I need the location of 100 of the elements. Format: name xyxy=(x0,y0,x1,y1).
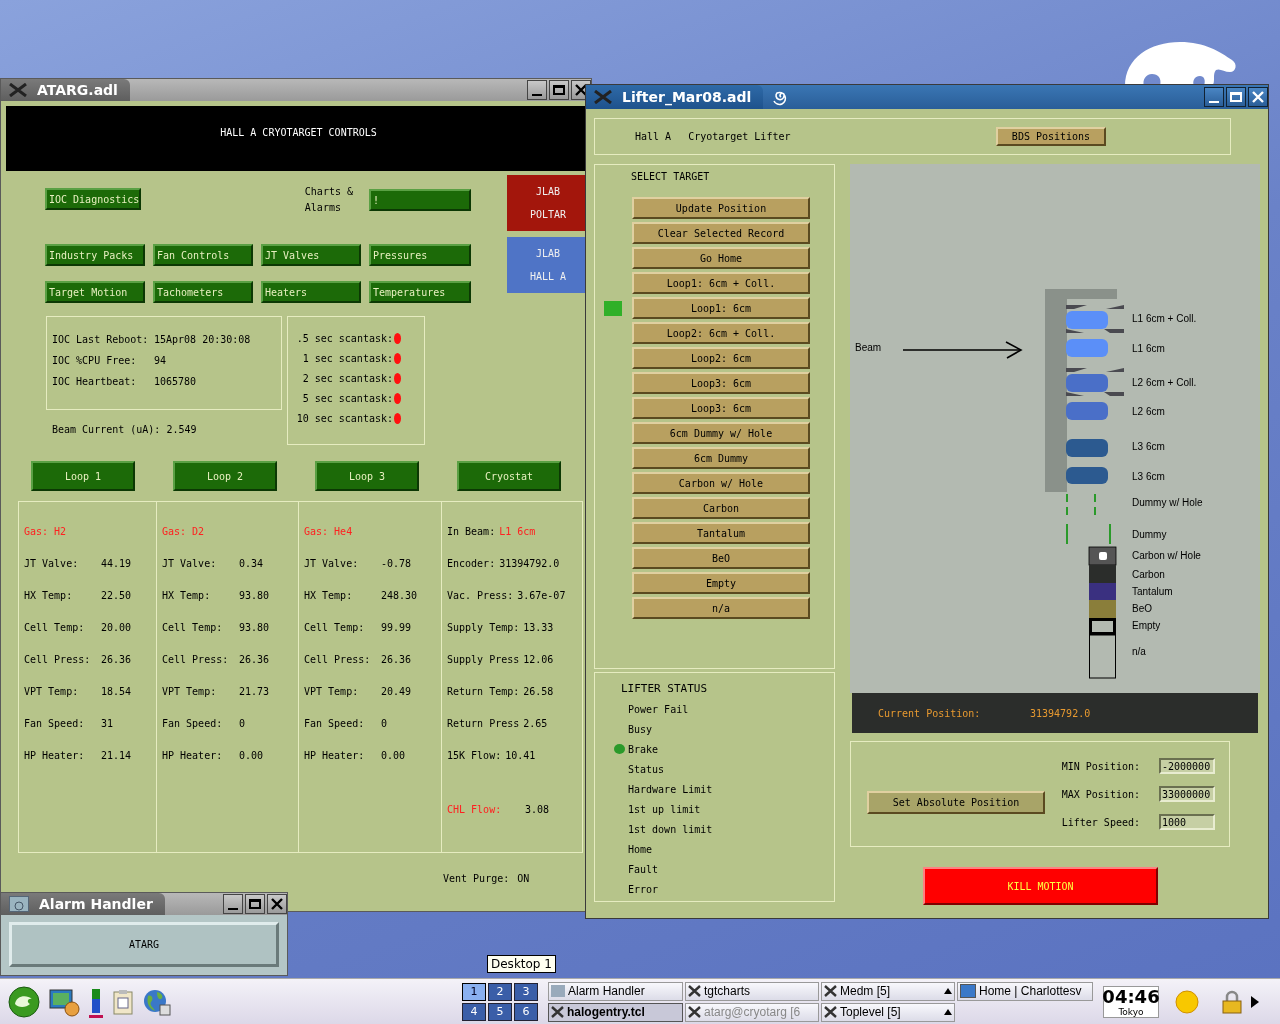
menu-button[interactable]: Pressures xyxy=(369,244,471,266)
menu-button[interactable]: Temperatures xyxy=(369,281,471,303)
window-title: Alarm Handler xyxy=(39,896,153,912)
reading-value: 26.36 xyxy=(381,653,412,665)
menu-button[interactable]: Tachometers xyxy=(153,281,253,303)
desktop-pager-button[interactable]: 1 xyxy=(462,982,486,1001)
loop-button[interactable]: Cryostat xyxy=(457,461,561,491)
maximize-button[interactable] xyxy=(245,894,265,914)
minimize-button[interactable] xyxy=(527,80,547,100)
set-position-button[interactable]: Set Absolute Position xyxy=(867,790,1045,814)
beam-current-value: 2.549 xyxy=(166,424,197,435)
task-button[interactable]: Toplevel [5] xyxy=(821,1002,955,1022)
reading-value: 22.50 xyxy=(101,589,132,601)
clipboard-icon[interactable] xyxy=(112,988,134,1015)
menu-button[interactable]: JT Valves xyxy=(261,244,361,266)
x-icon xyxy=(688,1006,701,1018)
target-button[interactable]: Empty xyxy=(632,572,810,594)
desktop-pager-button[interactable]: 3 xyxy=(514,982,538,1001)
clock-city: Tokyo xyxy=(1118,1006,1144,1017)
minimize-button[interactable] xyxy=(1204,87,1224,107)
input-field[interactable]: -2000000 xyxy=(1159,758,1215,774)
desktop-pager-button[interactable]: 4 xyxy=(462,1002,486,1021)
reading-value: 12.06 xyxy=(523,653,554,665)
diagnostics-button[interactable]: IOC Diagnostics xyxy=(45,188,141,210)
menu-button[interactable]: Target Motion xyxy=(45,281,145,303)
loop-button[interactable]: Loop 2 xyxy=(173,461,277,491)
target-button[interactable]: 6cm Dummy xyxy=(632,447,810,469)
maximize-button[interactable] xyxy=(549,80,569,100)
target-label: Carbon w/ Hole xyxy=(1132,550,1201,561)
menu-button[interactable]: Industry Packs xyxy=(45,244,145,266)
scantask-label: 1 sec scantask: xyxy=(302,353,393,364)
reading-label: Vac. Press: xyxy=(447,589,514,601)
target-button[interactable]: Carbon w/ Hole xyxy=(632,472,810,494)
target-button[interactable]: Loop2: 6cm + Coll. xyxy=(632,322,810,344)
reading-label: VPT Temp: xyxy=(24,685,80,697)
target-label: BeO xyxy=(1132,603,1152,614)
target-button[interactable]: Loop1: 6cm + Coll. xyxy=(632,272,810,294)
target-button[interactable]: Loop1: 6cm xyxy=(632,297,810,319)
close-button[interactable] xyxy=(1248,87,1268,107)
target-button[interactable]: Tantalum xyxy=(632,522,810,544)
reading-label: Supply Temp: xyxy=(447,621,520,633)
target-button[interactable]: Clear Selected Record xyxy=(632,222,810,244)
target-button[interactable]: Loop2: 6cm xyxy=(632,347,810,369)
target-button[interactable]: n/a xyxy=(632,597,810,619)
target-button[interactable]: Loop3: 6cm xyxy=(632,372,810,394)
start-menu-icon[interactable] xyxy=(8,985,40,1018)
target-label: Dummy xyxy=(1132,529,1167,540)
app-icon[interactable] xyxy=(9,896,29,912)
window-title: ATARG.adl xyxy=(37,82,118,98)
input-field[interactable]: 1000 xyxy=(1159,814,1215,830)
task-button[interactable]: Home | Charlottesv xyxy=(957,981,1093,1001)
loop-button[interactable]: Loop 1 xyxy=(31,461,135,491)
reading-value: 26.36 xyxy=(101,653,132,665)
desktop-pager-button[interactable]: 6 xyxy=(514,1002,538,1021)
reading-value: 2.65 xyxy=(523,717,548,729)
input-field[interactable]: 33000000 xyxy=(1159,786,1215,802)
target-button[interactable]: BeO xyxy=(632,547,810,569)
lock-icon[interactable] xyxy=(1221,989,1243,1014)
reading-value: 0 xyxy=(381,717,388,729)
chl-flow-value: 3.08 xyxy=(525,803,550,815)
scantask-label: 5 sec scantask: xyxy=(302,393,393,404)
info-label: IOC Last Reboot: xyxy=(52,334,150,345)
reading-value: 93.80 xyxy=(239,589,270,601)
arrow-right-icon[interactable] xyxy=(1251,995,1259,1008)
target-button[interactable]: Carbon xyxy=(632,497,810,519)
target-button[interactable]: Loop3: 6cm xyxy=(632,397,810,419)
reading-label: Cell Temp: xyxy=(24,621,86,633)
target-button[interactable]: 6cm Dummy w/ Hole xyxy=(632,422,810,444)
menu-button[interactable]: Heaters xyxy=(261,281,361,303)
reading-value: 21.14 xyxy=(101,749,132,761)
desktop-pager-button[interactable]: 5 xyxy=(488,1002,512,1021)
task-button[interactable]: Alarm Handler xyxy=(548,981,683,1001)
alarm-group-button[interactable]: ATARG xyxy=(9,922,279,967)
maximize-button[interactable] xyxy=(1226,87,1246,107)
loop-button[interactable]: Loop 3 xyxy=(315,461,419,491)
minimize-button[interactable] xyxy=(223,894,243,914)
lifter-title: Cryotarget Lifter xyxy=(688,131,791,142)
task-button[interactable]: tgtcharts xyxy=(685,981,819,1001)
menu-button[interactable]: Fan Controls xyxy=(153,244,253,266)
task-button[interactable]: Medm [5] xyxy=(821,981,955,1001)
kill-motion-button[interactable]: KILL MOTION xyxy=(923,867,1158,905)
reading-value: 31394792.0 xyxy=(499,557,560,569)
charts-label: Charts & xyxy=(304,186,353,197)
target-label: Empty xyxy=(1132,620,1161,631)
info-label: IOC Heartbeat: xyxy=(52,376,138,387)
clock[interactable]: 04:46 Tokyo xyxy=(1103,985,1159,1018)
target-button[interactable]: Go Home xyxy=(632,247,810,269)
x-icon[interactable] xyxy=(9,83,27,97)
close-button[interactable] xyxy=(267,894,287,914)
desktop-icon[interactable] xyxy=(48,986,80,1017)
reading-label: Fan Speed: xyxy=(162,717,224,729)
reading-value: 20.00 xyxy=(101,621,132,633)
reading-value: 0.34 xyxy=(239,557,264,569)
task-button[interactable]: halogentry.tcl xyxy=(548,1002,683,1022)
reading-label: JT Valve: xyxy=(24,557,80,569)
target-label: Carbon xyxy=(1132,569,1165,580)
charts-button[interactable]: ! xyxy=(369,189,471,211)
desktop-pager-button[interactable]: 2 xyxy=(488,982,512,1001)
bds-positions-button[interactable]: BDS Positions xyxy=(996,127,1106,146)
target-button[interactable]: Update Position xyxy=(632,197,810,219)
